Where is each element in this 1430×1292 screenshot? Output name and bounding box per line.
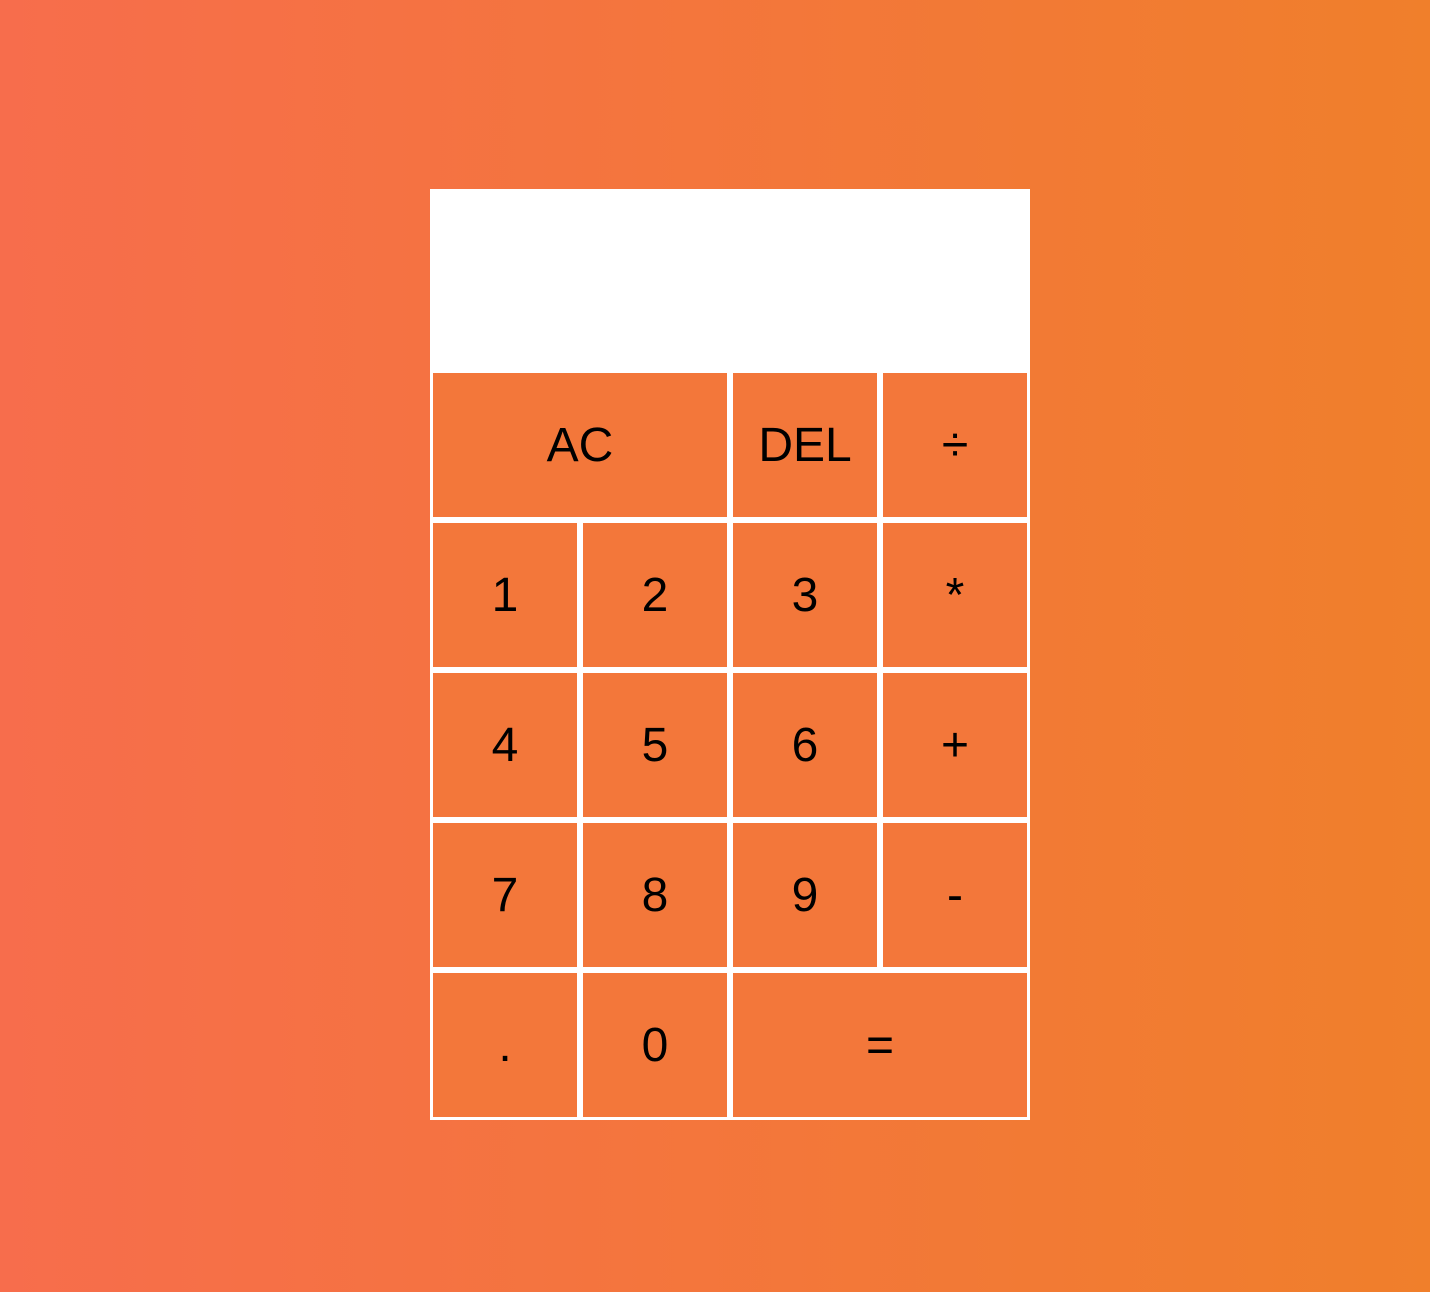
all-clear-button[interactable]: AC: [430, 370, 730, 520]
number-5-button[interactable]: 5: [580, 670, 730, 820]
number-3-button[interactable]: 3: [730, 520, 880, 670]
number-4-button[interactable]: 4: [430, 670, 580, 820]
number-9-button[interactable]: 9: [730, 820, 880, 970]
decimal-button[interactable]: .: [430, 970, 580, 1120]
output-display: [430, 189, 1030, 370]
subtract-button[interactable]: -: [880, 820, 1030, 970]
number-2-button[interactable]: 2: [580, 520, 730, 670]
calculator-grid: AC DEL ÷ 1 2 3 * 4 5 6 + 7 8 9 - . 0 =: [430, 189, 1030, 1120]
number-0-button[interactable]: 0: [580, 970, 730, 1120]
number-6-button[interactable]: 6: [730, 670, 880, 820]
number-7-button[interactable]: 7: [430, 820, 580, 970]
number-1-button[interactable]: 1: [430, 520, 580, 670]
add-button[interactable]: +: [880, 670, 1030, 820]
delete-button[interactable]: DEL: [730, 370, 880, 520]
number-8-button[interactable]: 8: [580, 820, 730, 970]
equals-button[interactable]: =: [730, 970, 1030, 1120]
divide-button[interactable]: ÷: [880, 370, 1030, 520]
multiply-button[interactable]: *: [880, 520, 1030, 670]
